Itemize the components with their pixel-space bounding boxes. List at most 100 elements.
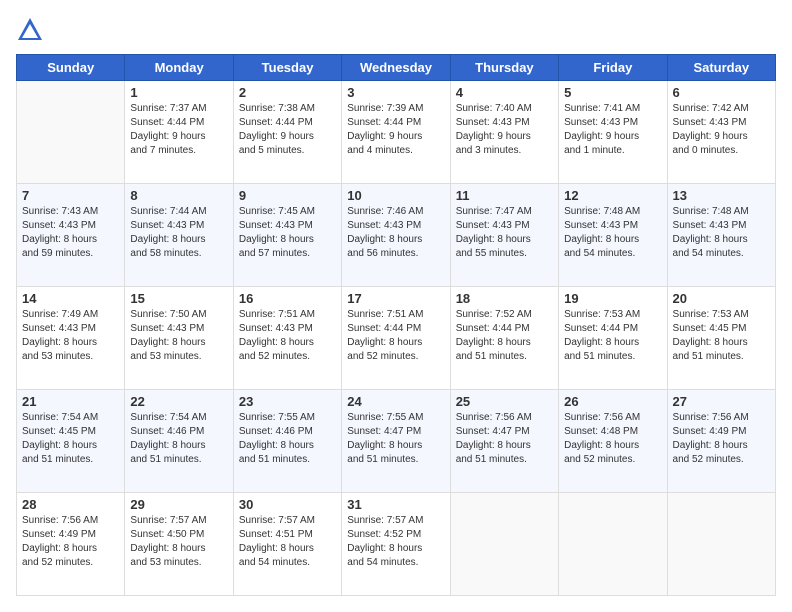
day-number: 2 bbox=[239, 85, 336, 100]
weekday-friday: Friday bbox=[559, 55, 667, 81]
calendar-cell: 13 Sunrise: 7:48 AM Sunset: 4:43 PM Dayli… bbox=[667, 184, 775, 287]
day-info: Sunrise: 7:41 AM Sunset: 4:43 PM Dayligh… bbox=[564, 102, 661, 158]
calendar-cell: 21Sunrise: 7:54 AM Sunset: 4:45 PM Dayli… bbox=[17, 390, 125, 493]
calendar-cell: 16Sunrise: 7:51 AM Sunset: 4:43 PM Dayli… bbox=[233, 287, 341, 390]
calendar-cell: 7 Sunrise: 7:43 AM Sunset: 4:43 PM Daylig… bbox=[17, 184, 125, 287]
logo bbox=[16, 16, 48, 44]
calendar-cell: 5 Sunrise: 7:41 AM Sunset: 4:43 PM Daylig… bbox=[559, 81, 667, 184]
weekday-thursday: Thursday bbox=[450, 55, 558, 81]
calendar-cell: 9 Sunrise: 7:45 AM Sunset: 4:43 PM Daylig… bbox=[233, 184, 341, 287]
calendar-cell: 30 Sunrise: 7:57 AM Sunset: 4:51 PM Dayli… bbox=[233, 493, 341, 596]
calendar-cell: 12 Sunrise: 7:48 AM Sunset: 4:43 PM Dayli… bbox=[559, 184, 667, 287]
day-number: 23 bbox=[239, 394, 336, 409]
day-info: Sunrise: 7:42 AM Sunset: 4:43 PM Dayligh… bbox=[673, 102, 770, 158]
day-number: 27 bbox=[673, 394, 770, 409]
day-info: Sunrise: 7:39 AM Sunset: 4:44 PM Dayligh… bbox=[347, 102, 444, 158]
day-number: 1 bbox=[130, 85, 227, 100]
day-number: 12 bbox=[564, 188, 661, 203]
weekday-saturday: Saturday bbox=[667, 55, 775, 81]
calendar-cell: 28 Sunrise: 7:56 AM Sunset: 4:49 PM Dayli… bbox=[17, 493, 125, 596]
calendar-cell: 19 Sunrise: 7:53 AM Sunset: 4:44 PM Dayli… bbox=[559, 287, 667, 390]
header bbox=[16, 16, 776, 44]
calendar-cell: 29 Sunrise: 7:57 AM Sunset: 4:50 PM Dayli… bbox=[125, 493, 233, 596]
day-info: Sunrise: 7:56 AM Sunset: 4:49 PM Dayligh… bbox=[22, 514, 119, 570]
day-number: 29 bbox=[130, 497, 227, 512]
day-info: Sunrise: 7:56 AM Sunset: 4:47 PM Dayligh… bbox=[456, 411, 553, 467]
day-info: Sunrise: 7:57 AM Sunset: 4:50 PM Dayligh… bbox=[130, 514, 227, 570]
day-info: Sunrise: 7:37 AM Sunset: 4:44 PM Dayligh… bbox=[130, 102, 227, 158]
calendar-cell bbox=[667, 493, 775, 596]
day-number: 3 bbox=[347, 85, 444, 100]
day-number: 25 bbox=[456, 394, 553, 409]
day-info: Sunrise: 7:54 AM Sunset: 4:46 PM Dayligh… bbox=[130, 411, 227, 467]
day-number: 19 bbox=[564, 291, 661, 306]
day-info: Sunrise: 7:49 AM Sunset: 4:43 PM Dayligh… bbox=[22, 308, 119, 364]
day-info: Sunrise: 7:53 AM Sunset: 4:44 PM Dayligh… bbox=[564, 308, 661, 364]
day-number: 26 bbox=[564, 394, 661, 409]
day-info: Sunrise: 7:40 AM Sunset: 4:43 PM Dayligh… bbox=[456, 102, 553, 158]
calendar-cell: 27 Sunrise: 7:56 AM Sunset: 4:49 PM Dayli… bbox=[667, 390, 775, 493]
calendar-cell: 3 Sunrise: 7:39 AM Sunset: 4:44 PM Daylig… bbox=[342, 81, 450, 184]
calendar-cell: 1 Sunrise: 7:37 AM Sunset: 4:44 PM Daylig… bbox=[125, 81, 233, 184]
calendar-cell bbox=[17, 81, 125, 184]
day-info: Sunrise: 7:43 AM Sunset: 4:43 PM Dayligh… bbox=[22, 205, 119, 261]
day-number: 22 bbox=[130, 394, 227, 409]
calendar-cell: 11 Sunrise: 7:47 AM Sunset: 4:43 PM Dayli… bbox=[450, 184, 558, 287]
day-number: 5 bbox=[564, 85, 661, 100]
calendar-table: SundayMondayTuesdayWednesdayThursdayFrid… bbox=[16, 54, 776, 596]
calendar-cell: 20Sunrise: 7:53 AM Sunset: 4:45 PM Dayli… bbox=[667, 287, 775, 390]
day-number: 31 bbox=[347, 497, 444, 512]
day-info: Sunrise: 7:46 AM Sunset: 4:43 PM Dayligh… bbox=[347, 205, 444, 261]
page: SundayMondayTuesdayWednesdayThursdayFrid… bbox=[0, 0, 792, 612]
calendar-cell: 10Sunrise: 7:46 AM Sunset: 4:43 PM Dayli… bbox=[342, 184, 450, 287]
day-info: Sunrise: 7:45 AM Sunset: 4:43 PM Dayligh… bbox=[239, 205, 336, 261]
day-number: 6 bbox=[673, 85, 770, 100]
calendar-cell: 15Sunrise: 7:50 AM Sunset: 4:43 PM Dayli… bbox=[125, 287, 233, 390]
weekday-sunday: Sunday bbox=[17, 55, 125, 81]
day-info: Sunrise: 7:51 AM Sunset: 4:43 PM Dayligh… bbox=[239, 308, 336, 364]
day-info: Sunrise: 7:47 AM Sunset: 4:43 PM Dayligh… bbox=[456, 205, 553, 261]
day-number: 18 bbox=[456, 291, 553, 306]
week-row-4: 21Sunrise: 7:54 AM Sunset: 4:45 PM Dayli… bbox=[17, 390, 776, 493]
calendar-cell: 14 Sunrise: 7:49 AM Sunset: 4:43 PM Dayli… bbox=[17, 287, 125, 390]
day-number: 13 bbox=[673, 188, 770, 203]
day-info: Sunrise: 7:55 AM Sunset: 4:46 PM Dayligh… bbox=[239, 411, 336, 467]
day-info: Sunrise: 7:44 AM Sunset: 4:43 PM Dayligh… bbox=[130, 205, 227, 261]
week-row-1: 1 Sunrise: 7:37 AM Sunset: 4:44 PM Daylig… bbox=[17, 81, 776, 184]
weekday-header-row: SundayMondayTuesdayWednesdayThursdayFrid… bbox=[17, 55, 776, 81]
day-info: Sunrise: 7:53 AM Sunset: 4:45 PM Dayligh… bbox=[673, 308, 770, 364]
calendar-cell bbox=[559, 493, 667, 596]
day-info: Sunrise: 7:55 AM Sunset: 4:47 PM Dayligh… bbox=[347, 411, 444, 467]
calendar-cell: 18 Sunrise: 7:52 AM Sunset: 4:44 PM Dayli… bbox=[450, 287, 558, 390]
calendar-cell: 23 Sunrise: 7:55 AM Sunset: 4:46 PM Dayli… bbox=[233, 390, 341, 493]
weekday-wednesday: Wednesday bbox=[342, 55, 450, 81]
day-info: Sunrise: 7:50 AM Sunset: 4:43 PM Dayligh… bbox=[130, 308, 227, 364]
calendar-cell: 2 Sunrise: 7:38 AM Sunset: 4:44 PM Daylig… bbox=[233, 81, 341, 184]
day-info: Sunrise: 7:57 AM Sunset: 4:52 PM Dayligh… bbox=[347, 514, 444, 570]
calendar-cell: 24Sunrise: 7:55 AM Sunset: 4:47 PM Dayli… bbox=[342, 390, 450, 493]
day-number: 4 bbox=[456, 85, 553, 100]
week-row-2: 7 Sunrise: 7:43 AM Sunset: 4:43 PM Daylig… bbox=[17, 184, 776, 287]
day-info: Sunrise: 7:57 AM Sunset: 4:51 PM Dayligh… bbox=[239, 514, 336, 570]
week-row-3: 14 Sunrise: 7:49 AM Sunset: 4:43 PM Dayli… bbox=[17, 287, 776, 390]
day-info: Sunrise: 7:48 AM Sunset: 4:43 PM Dayligh… bbox=[564, 205, 661, 261]
day-info: Sunrise: 7:51 AM Sunset: 4:44 PM Dayligh… bbox=[347, 308, 444, 364]
calendar-cell bbox=[450, 493, 558, 596]
calendar-cell: 8Sunrise: 7:44 AM Sunset: 4:43 PM Daylig… bbox=[125, 184, 233, 287]
day-info: Sunrise: 7:38 AM Sunset: 4:44 PM Dayligh… bbox=[239, 102, 336, 158]
day-number: 11 bbox=[456, 188, 553, 203]
calendar-cell: 25 Sunrise: 7:56 AM Sunset: 4:47 PM Dayli… bbox=[450, 390, 558, 493]
day-info: Sunrise: 7:56 AM Sunset: 4:49 PM Dayligh… bbox=[673, 411, 770, 467]
day-number: 14 bbox=[22, 291, 119, 306]
calendar-cell: 31 Sunrise: 7:57 AM Sunset: 4:52 PM Dayli… bbox=[342, 493, 450, 596]
weekday-tuesday: Tuesday bbox=[233, 55, 341, 81]
day-number: 9 bbox=[239, 188, 336, 203]
logo-icon bbox=[16, 16, 44, 44]
day-info: Sunrise: 7:48 AM Sunset: 4:43 PM Dayligh… bbox=[673, 205, 770, 261]
day-number: 21 bbox=[22, 394, 119, 409]
day-number: 7 bbox=[22, 188, 119, 203]
day-number: 28 bbox=[22, 497, 119, 512]
day-info: Sunrise: 7:52 AM Sunset: 4:44 PM Dayligh… bbox=[456, 308, 553, 364]
calendar-cell: 26Sunrise: 7:56 AM Sunset: 4:48 PM Dayli… bbox=[559, 390, 667, 493]
day-number: 30 bbox=[239, 497, 336, 512]
